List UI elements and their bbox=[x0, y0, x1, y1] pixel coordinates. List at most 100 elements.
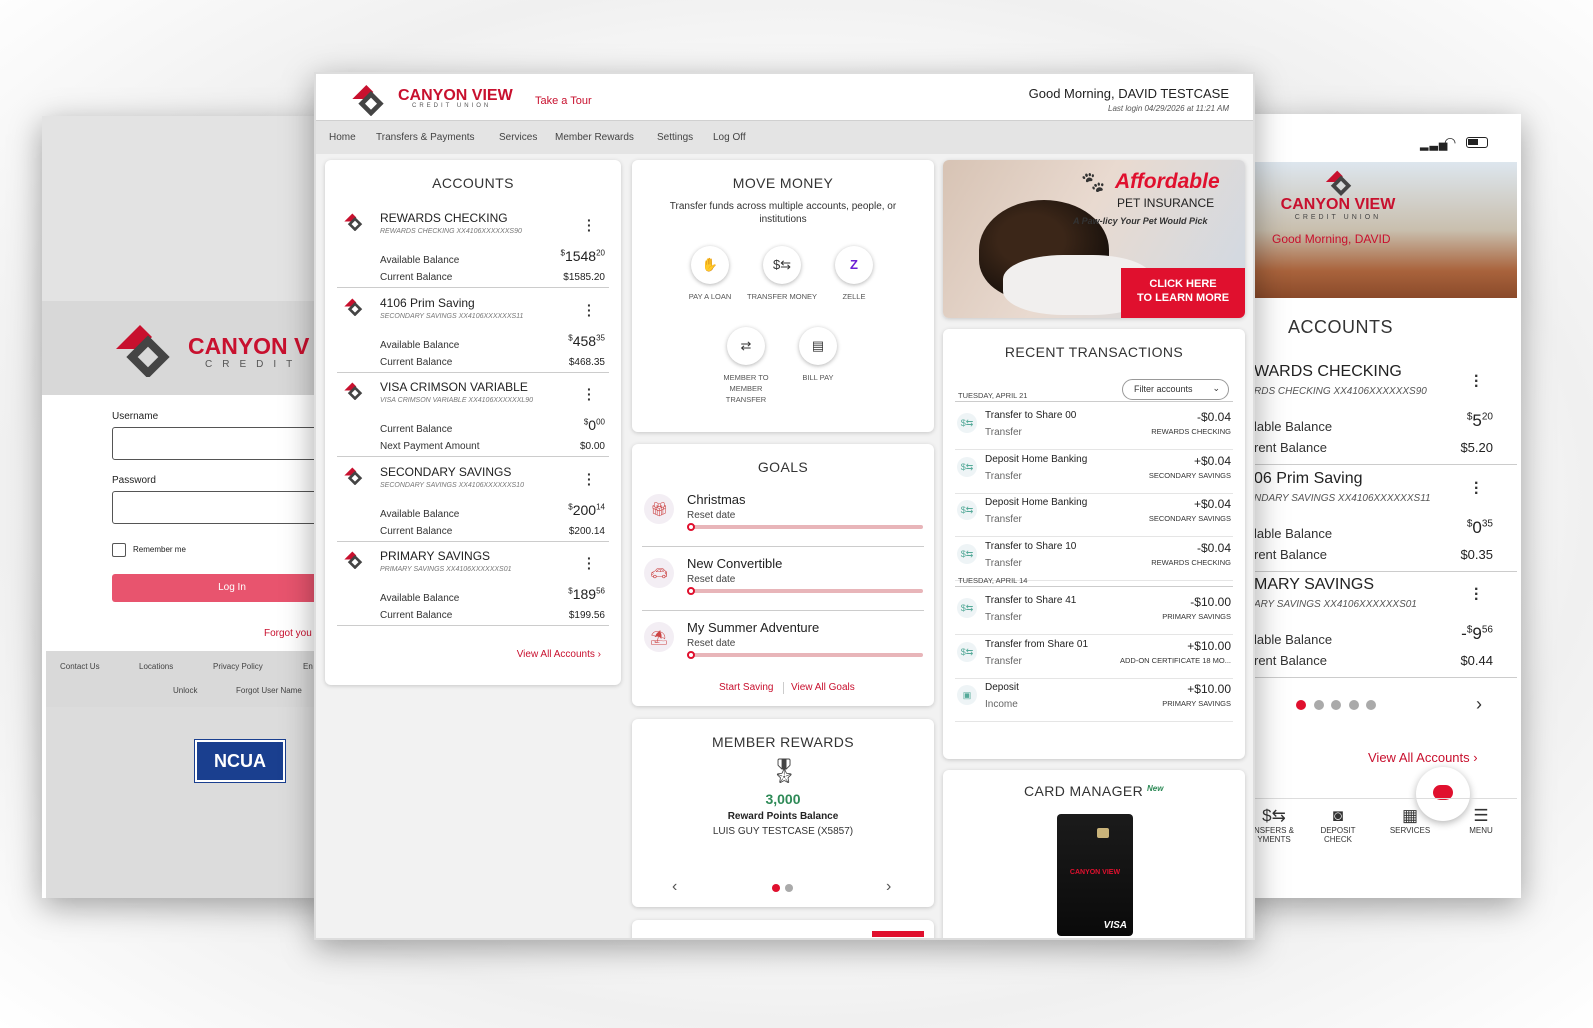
more-options-icon[interactable]: · · · bbox=[587, 467, 592, 491]
transaction-date-header: TUESDAY, APRIL 14 bbox=[958, 575, 1028, 585]
date-divider bbox=[955, 401, 1233, 402]
bill-pay-button[interactable]: ▤ bbox=[799, 327, 837, 365]
carousel-dot[interactable] bbox=[1349, 700, 1359, 710]
more-options-icon[interactable]: · · · bbox=[1474, 582, 1479, 608]
deposit-icon: ▣ bbox=[957, 685, 977, 706]
account-item[interactable]: PRIMARY SAVINGS PRIMARY SAVINGS XX4106XX… bbox=[337, 542, 609, 626]
carousel-dot-active[interactable] bbox=[772, 884, 780, 892]
view-all-goals-link[interactable]: View All Goals bbox=[791, 682, 855, 693]
more-options-icon[interactable]: · · · bbox=[587, 382, 592, 406]
filter-accounts-select[interactable]: Filter accounts ⌄ bbox=[1122, 379, 1229, 400]
secondary-balance-label: rent Balance bbox=[1254, 546, 1327, 562]
member-transfer-button[interactable]: ⇄ bbox=[727, 327, 765, 365]
transaction-description: Transfer to Share 00 bbox=[985, 410, 1077, 421]
goal-progress-marker bbox=[687, 587, 695, 595]
nav-transfers[interactable]: Transfers & Payments bbox=[376, 132, 475, 143]
balance-amount: $000 bbox=[583, 417, 605, 433]
footer-locations-link[interactable]: Locations bbox=[139, 662, 173, 671]
nav-log-off[interactable]: Log Off bbox=[713, 132, 746, 143]
carousel-dot-active[interactable] bbox=[1296, 700, 1306, 710]
goal-item[interactable]: ⛱︎ My Summer Adventure Reset date bbox=[642, 616, 924, 678]
pet-insurance-banner[interactable]: 🐾︎ Affordable PET INSURANCE A Paw-licy Y… bbox=[943, 160, 1245, 318]
tab-services[interactable]: ▦ SERVICES bbox=[1380, 806, 1440, 835]
goal-item[interactable]: 🎁︎ Christmas Reset date bbox=[642, 488, 924, 550]
mobile-view-all-accounts[interactable]: View All Accounts › bbox=[1368, 750, 1478, 765]
transaction-row[interactable]: $⇆ Deposit Home Banking Transfer +$0.04 … bbox=[955, 494, 1233, 538]
transaction-row[interactable]: $⇆ Transfer to Share 41 Transfer -$10.00… bbox=[955, 592, 1233, 635]
view-all-accounts-link[interactable]: View All Accounts › bbox=[517, 649, 601, 660]
username-input[interactable] bbox=[112, 427, 332, 460]
transaction-description: Deposit Home Banking bbox=[985, 497, 1088, 509]
pay-loan-button[interactable]: ✋ bbox=[691, 246, 729, 284]
mobile-view-all-label: View All Accounts bbox=[1368, 750, 1470, 765]
goal-reset-date: Reset date bbox=[687, 510, 736, 521]
password-input[interactable] bbox=[112, 491, 332, 524]
canyon-view-logo-icon bbox=[344, 467, 363, 485]
start-saving-link[interactable]: Start Saving bbox=[719, 682, 773, 693]
mobile-account-item[interactable]: WARDS CHECKING RDS CHECKING XX4106XXXXXX… bbox=[1238, 360, 1517, 466]
promo-subtitle: PET INSURANCE bbox=[1117, 196, 1215, 210]
pay-loan-label: PAY A LOAN bbox=[688, 292, 732, 301]
more-options-icon[interactable]: · · · bbox=[1474, 369, 1479, 395]
nav-member-rewards[interactable]: Member Rewards bbox=[555, 132, 634, 143]
footer-unlock-link[interactable]: Unlock bbox=[173, 686, 197, 695]
balance-dollars: 0 bbox=[1472, 517, 1482, 537]
transaction-type: Transfer bbox=[985, 611, 1022, 623]
nav-home[interactable]: Home bbox=[329, 132, 356, 143]
carousel-dot[interactable] bbox=[785, 884, 793, 892]
zelle-button[interactable]: Z bbox=[835, 246, 873, 284]
take-tour-link[interactable]: Take a Tour bbox=[535, 95, 592, 107]
zelle-icon: Z bbox=[850, 257, 858, 272]
account-item[interactable]: 4106 Prim Saving SECONDARY SAVINGS XX410… bbox=[337, 289, 609, 373]
goal-progress-marker bbox=[687, 651, 695, 659]
account-item[interactable]: REWARDS CHECKING REWARDS CHECKING XX4106… bbox=[337, 204, 609, 288]
debit-card-image[interactable]: CANYON VIEW VISA bbox=[1057, 814, 1133, 936]
footer-forgot-username-link[interactable]: Forgot User Name bbox=[236, 686, 302, 695]
nav-settings[interactable]: Settings bbox=[657, 132, 693, 143]
transfer-money-button[interactable]: $⇆ bbox=[763, 246, 801, 284]
balance-amount: $154820 bbox=[560, 248, 605, 264]
promo-cta-line1: CLICK HERE bbox=[1149, 278, 1217, 290]
carousel-dot[interactable] bbox=[1331, 700, 1341, 710]
footer-privacy-link[interactable]: Privacy Policy bbox=[213, 662, 263, 671]
more-options-icon[interactable]: · · · bbox=[587, 551, 592, 575]
goal-item[interactable]: 🚗︎ New Convertible Reset date bbox=[642, 552, 924, 614]
transaction-amount: +$10.00 bbox=[1187, 638, 1231, 653]
secondary-balance-label: rent Balance bbox=[1254, 653, 1327, 668]
login-button[interactable]: Log In bbox=[112, 574, 332, 602]
nav-services[interactable]: Services bbox=[499, 132, 537, 143]
balance-dollars: 0 bbox=[588, 417, 597, 433]
transaction-row[interactable]: $⇆ Transfer from Share 01 Transfer +$10.… bbox=[955, 636, 1233, 679]
more-options-icon[interactable]: · · · bbox=[587, 213, 592, 237]
tab-deposit-check[interactable]: ◙ DEPOSIT CHECK bbox=[1308, 806, 1368, 844]
transaction-row[interactable]: $⇆ Deposit Home Banking Transfer +$0.04 … bbox=[955, 451, 1233, 494]
mobile-account-item[interactable]: MARY SAVINGS ARY SAVINGS XX4106XXXXXXS01… bbox=[1238, 573, 1517, 679]
account-item[interactable]: VISA CRIMSON VARIABLE VISA CRIMSON VARIA… bbox=[337, 373, 609, 457]
mobile-account-item[interactable]: 06 Prim Saving NDARY SAVINGS XX4106XXXXX… bbox=[1238, 467, 1517, 573]
more-options-icon[interactable]: · · · bbox=[1474, 475, 1479, 501]
gift-icon: 🎁︎ bbox=[644, 494, 674, 524]
footer-english-link[interactable]: En bbox=[303, 662, 313, 671]
remember-checkbox[interactable] bbox=[112, 543, 126, 557]
transaction-row[interactable]: $⇆ Transfer to Share 10 Transfer -$0.04 … bbox=[955, 538, 1233, 582]
forgot-password-link[interactable]: Forgot you bbox=[264, 628, 312, 639]
chevron-right-icon[interactable]: › bbox=[1476, 694, 1482, 715]
chevron-left-icon[interactable]: ‹ bbox=[672, 878, 677, 896]
carousel-dot[interactable] bbox=[1366, 700, 1376, 710]
account-item[interactable]: SECONDARY SAVINGS SECONDARY SAVINGS XX41… bbox=[337, 458, 609, 542]
footer-contact-link[interactable]: Contact Us bbox=[60, 662, 100, 671]
mobile-carousel-dots[interactable] bbox=[1296, 700, 1496, 714]
chevron-right-icon[interactable]: › bbox=[886, 878, 891, 896]
more-options-icon[interactable]: · · · bbox=[587, 298, 592, 322]
balance-label: lable Balance bbox=[1254, 419, 1333, 434]
promo-cta-button[interactable]: CLICK HERE TO LEARN MORE bbox=[1121, 268, 1245, 318]
tab-menu[interactable]: ☰ MENU bbox=[1451, 806, 1511, 835]
carousel-dot[interactable] bbox=[1314, 700, 1324, 710]
mobile-hero-image: CANYON VIEW CREDIT UNION Good Morning, D… bbox=[1238, 162, 1517, 298]
transaction-row[interactable]: ▣ Deposit Income +$10.00 PRIMARY SAVINGS bbox=[955, 679, 1233, 723]
beach-icon: ⛱︎ bbox=[644, 622, 674, 652]
transaction-description: Transfer from Share 01 bbox=[985, 638, 1089, 650]
balance-amount: $520 bbox=[1466, 411, 1493, 430]
transaction-row[interactable]: $⇆ Transfer to Share 00 Transfer -$0.04 … bbox=[955, 407, 1233, 450]
move-money-card: MOVE MONEY Transfer funds across multipl… bbox=[632, 160, 934, 432]
